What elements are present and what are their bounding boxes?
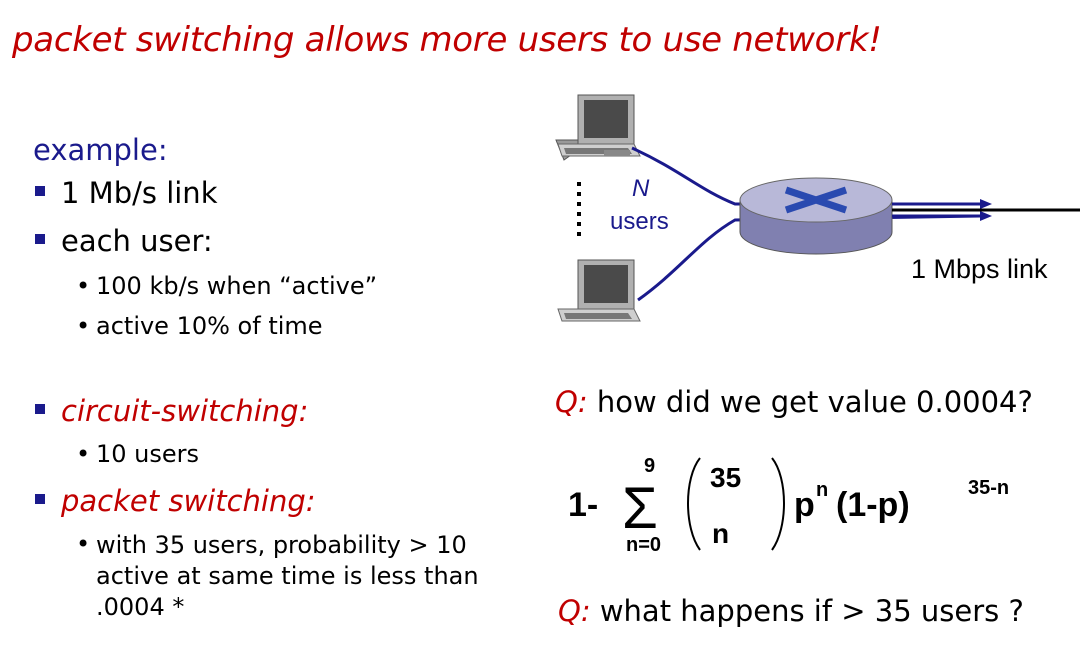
formula-exp2: 35-n <box>968 477 1009 499</box>
formula-one-minus-p: (1-p) <box>836 486 910 524</box>
network-diagram: N users 1 Mbps link <box>555 94 1080 322</box>
question-2: Q: what happens if > 35 users ? <box>558 594 1024 628</box>
bullet-each-user: each user: <box>35 224 213 258</box>
formula-sum-bottom: n=0 <box>626 534 661 556</box>
bullet-circuit-switching: circuit-switching: <box>35 394 308 428</box>
formula-p: p <box>794 486 815 524</box>
bullet-square-icon <box>35 186 45 196</box>
bullet-packet-switching: packet switching: <box>35 484 316 518</box>
computer-icon <box>557 259 641 322</box>
computer-icon <box>555 94 641 161</box>
formula-binom-top: 35 <box>710 462 741 493</box>
slide-title: packet switching allows more users to us… <box>12 20 882 60</box>
link-label: 1 Mbps link <box>911 254 1048 284</box>
formula-sum-top: 9 <box>644 455 655 477</box>
bullet-square-icon <box>35 234 45 244</box>
bullet-square-icon <box>35 404 45 414</box>
example-label: example: <box>33 133 168 167</box>
formula-one-minus: 1- <box>568 486 598 524</box>
question-1: Q: how did we get value 0.0004? <box>555 385 1033 419</box>
bullet-link: 1 Mb/s link <box>35 176 217 210</box>
bullet-square-icon <box>35 494 45 504</box>
right-paren <box>771 457 785 551</box>
left-paren <box>687 457 701 551</box>
users-label: users <box>610 208 669 235</box>
formula-n-exp: n <box>816 479 828 501</box>
formula-binom-bottom: n <box>712 518 729 549</box>
sub-bullet-active-rate: • 100 kb/s when “active” <box>76 272 378 300</box>
sub-bullet-circuit-users: • 10 users <box>76 440 200 468</box>
binomial-formula: 1- 9 Σ n=0 35 n p n (1-p) 35-n <box>568 455 1009 556</box>
n-label: N <box>632 175 650 202</box>
sub-bullet-active-time: • active 10% of time <box>76 312 323 340</box>
sigma-icon: Σ <box>622 476 658 541</box>
sub-bullet-packet-note: • with 35 users, probability > 10 active … <box>76 530 479 621</box>
router-icon <box>739 177 893 255</box>
